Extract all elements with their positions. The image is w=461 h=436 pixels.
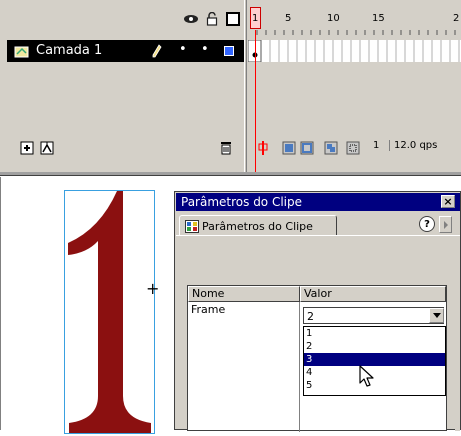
frame-label-5: 5 — [285, 13, 292, 24]
clip-parameters-panel: Parâmetros do Clipe × Parâmetros do Clip… — [174, 191, 461, 432]
frame-ruler[interactable]: 1 5 10 15 2 — [248, 5, 461, 35]
frame-label-15: 15 — [372, 13, 385, 24]
onion-outline-icon[interactable] — [299, 140, 315, 156]
edit-multiple-icon[interactable] — [323, 140, 339, 156]
layer-icon — [14, 43, 30, 59]
tab-clip-parameters[interactable]: Parâmetros do Clipe — [179, 215, 337, 236]
column-header-valor[interactable]: Valor — [300, 286, 446, 302]
pencil-icon — [150, 43, 164, 59]
lock-icon[interactable] — [205, 11, 219, 27]
layer-header — [3, 5, 244, 33]
layer-lock-dot[interactable]: • — [201, 42, 209, 57]
layer-row[interactable]: Camada 1 • • — [7, 40, 244, 62]
frame-label-20: 2 — [453, 13, 460, 24]
frame-value-select[interactable]: 2 — [303, 307, 444, 324]
outline-icon[interactable] — [225, 11, 241, 27]
panel-right-edge — [455, 236, 460, 431]
dropdown-option-2[interactable]: 2 — [304, 340, 445, 353]
frame-label-1: 1 — [252, 13, 259, 24]
stage[interactable]: + Parâmetros do Clipe × Parâmetros do Cl… — [0, 177, 461, 434]
onion-skin-icon[interactable] — [281, 140, 297, 156]
tab-body-line — [176, 235, 460, 236]
parameter-table: Nome Valor Frame 2 1 2 3 4 5 — [187, 285, 447, 432]
close-icon[interactable]: × — [441, 195, 455, 208]
modify-markers-icon[interactable] — [345, 140, 361, 156]
frame-controls: 1 12.0 qps — [248, 130, 461, 162]
frame-label-10: 10 — [327, 13, 340, 24]
timeline-divider[interactable] — [244, 0, 247, 172]
layer-color-swatch[interactable] — [224, 46, 234, 56]
add-guide-icon[interactable] — [39, 140, 55, 156]
frame-cells — [248, 40, 460, 62]
layer-name[interactable]: Camada 1 — [36, 43, 102, 58]
add-layer-icon[interactable] — [19, 140, 35, 156]
timeline-panel: 1 5 10 15 2 Camada 1 • • 1 12.0 qps — [0, 0, 461, 172]
frames-row[interactable] — [248, 40, 461, 62]
eye-icon[interactable] — [183, 12, 199, 26]
frame-rate: 12.0 qps — [389, 140, 437, 151]
dropdown-option-1[interactable]: 1 — [304, 327, 445, 340]
component-icon — [184, 219, 199, 233]
layer-visible-dot[interactable]: • — [179, 42, 187, 57]
panel-menu-arrow-icon[interactable] — [439, 216, 452, 233]
glyph-one — [68, 191, 151, 433]
panel-title: Parâmetros do Clipe — [181, 195, 303, 209]
frame-ruler-ticks — [256, 30, 456, 35]
help-icon[interactable]: ? — [419, 216, 435, 232]
column-header-nome[interactable]: Nome — [188, 286, 300, 302]
trash-icon[interactable] — [218, 139, 234, 157]
tab-label: Parâmetros do Clipe — [202, 220, 313, 233]
column-divider — [299, 302, 300, 432]
current-frame: 1 — [373, 140, 380, 151]
timeline-stage-separator — [0, 172, 461, 176]
panel-title-bar[interactable]: Parâmetros do Clipe × — [176, 193, 460, 211]
param-name-frame: Frame — [191, 303, 226, 316]
registration-crosshair: + — [146, 279, 160, 298]
center-frame-icon[interactable] — [256, 140, 270, 156]
dropdown-arrow-icon[interactable] — [429, 308, 444, 323]
cursor-arrow-icon — [359, 365, 379, 391]
stage-left-border — [0, 177, 1, 430]
movie-clip-instance[interactable] — [64, 190, 155, 434]
frame-value: 2 — [307, 310, 314, 323]
frames-empty — [248, 64, 461, 126]
layer-list-empty — [7, 64, 244, 126]
layer-controls — [7, 130, 244, 162]
